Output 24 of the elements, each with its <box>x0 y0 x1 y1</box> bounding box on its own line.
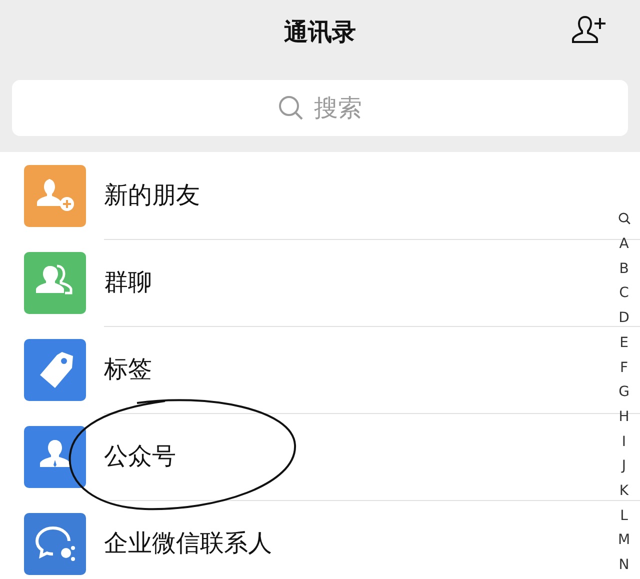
add-contact-icon[interactable] <box>572 14 608 46</box>
list-item[interactable]: 群聊 <box>104 266 152 298</box>
index-letter[interactable]: H <box>618 404 630 430</box>
list-item[interactable]: 企业微信联系人 <box>104 527 272 559</box>
index-letter[interactable]: I <box>622 430 626 454</box>
index-letter[interactable]: F <box>620 356 628 380</box>
index-letter[interactable]: D <box>618 306 630 331</box>
list-item[interactable]: 新的朋友 <box>104 179 200 211</box>
index-letter[interactable]: B <box>619 256 629 282</box>
list-item[interactable]: 标签 <box>104 353 152 385</box>
search-icon <box>278 95 304 121</box>
index-letter[interactable]: L <box>620 504 628 528</box>
index-letter[interactable]: G <box>618 380 630 405</box>
screen-title: 通讯录 <box>284 17 356 48</box>
search-icon[interactable] <box>618 212 630 225</box>
index-letter[interactable]: M <box>618 528 630 554</box>
index-letter[interactable]: C <box>619 281 629 306</box>
index-letter[interactable]: K <box>619 479 629 504</box>
search-placeholder: 搜索 <box>314 93 362 124</box>
index-letter[interactable]: E <box>620 330 628 356</box>
index-letter[interactable]: A <box>619 232 629 257</box>
list-item[interactable]: 公众号 <box>104 440 176 472</box>
index-letter[interactable]: J <box>622 454 626 480</box>
index-letter[interactable]: N <box>618 553 630 578</box>
